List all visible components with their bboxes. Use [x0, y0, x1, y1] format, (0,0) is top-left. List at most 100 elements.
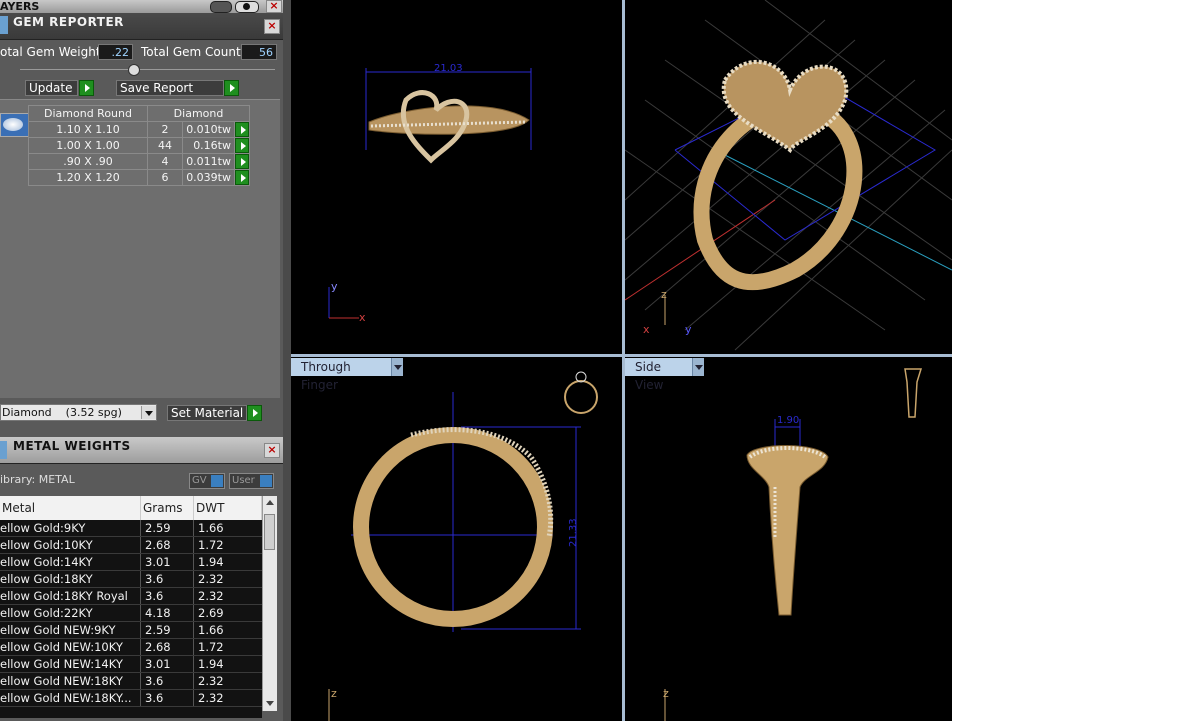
table-row[interactable]: ellow Gold NEW:18KY 3.6 2.32 — [0, 672, 262, 690]
metal-col-header[interactable]: Metal — [0, 496, 141, 520]
gem-weight: 0.010tw — [182, 121, 235, 138]
table-row[interactable]: ellow Gold NEW:9KY 2.59 1.66 — [0, 621, 262, 639]
through-finger-view-label[interactable]: Through Finger — [291, 358, 391, 392]
ring-orientation-icon — [564, 380, 598, 414]
scroll-down-icon[interactable] — [266, 701, 274, 706]
metal-dwt: 2.32 — [193, 587, 262, 605]
viewport-through-finger[interactable]: Through Finger 21.33 z — [291, 357, 622, 721]
layers-close-icon[interactable]: × — [266, 0, 282, 13]
viewport-top[interactable]: 21.03 y x — [291, 0, 622, 354]
total-gem-weight-label: otal Gem Weight — [0, 45, 101, 59]
table-row[interactable]: ellow Gold:9KY 2.59 1.66 — [0, 520, 262, 537]
metal-dwt: 1.66 — [193, 520, 262, 537]
metal-grams: 3.01 — [140, 553, 194, 571]
scroll-thumb[interactable] — [264, 514, 275, 550]
library-label: ibrary: METAL — [0, 473, 75, 486]
table-row[interactable]: ellow Gold:14KY 3.01 1.94 — [0, 553, 262, 571]
scroll-up-icon[interactable] — [266, 500, 274, 505]
material-select-value: Diamond (3.52 spg) — [2, 406, 122, 419]
persp-axis-z: z — [661, 288, 667, 301]
gem-row[interactable]: 1.20 X 1.20 6 0.039tw — [28, 169, 251, 186]
left-panel: AYERS × GEM REPORTER × otal Gem Weight .… — [0, 0, 283, 721]
top-view-canvas: 21.03 y x — [328, 63, 532, 324]
metal-dwt: 2.32 — [193, 672, 262, 690]
metal-weights-titlebar: METAL WEIGHTS × — [0, 437, 283, 464]
gem-reporter-title: GEM REPORTER — [13, 15, 124, 29]
gem-row[interactable]: 1.00 X 1.00 44 0.16tw — [28, 137, 251, 154]
metal-grams: 2.59 — [140, 621, 194, 639]
table-row[interactable]: ellow Gold:22KY 4.18 2.69 — [0, 604, 262, 622]
metal-dwt: 1.66 — [193, 621, 262, 639]
gem-row-go-icon[interactable] — [233, 121, 251, 138]
through-finger-canvas: 21.33 z — [328, 371, 598, 721]
gem-size: 1.20 X 1.20 — [28, 169, 148, 186]
slider-handle[interactable] — [128, 64, 140, 76]
diamond-round-icon — [0, 113, 29, 137]
material-select[interactable]: Diamond (3.52 spg) — [0, 404, 157, 421]
gv-toggle[interactable]: GV — [189, 473, 225, 489]
update-button[interactable]: Update — [25, 80, 78, 96]
table-row[interactable]: ellow Gold NEW:18KY... 3.6 2.32 — [0, 689, 262, 707]
through-finger-dropdown-icon[interactable] — [391, 358, 403, 376]
table-row[interactable]: ellow Gold NEW:10KY 2.68 1.72 — [0, 638, 262, 656]
metal-table: Metal Grams DWT ellow Gold:9KY 2.59 1.66 e… — [0, 496, 262, 707]
table-row[interactable]: ellow Gold:18KY 3.6 2.32 — [0, 570, 262, 588]
gem-count: 44 — [147, 137, 183, 154]
panel-splitter[interactable] — [283, 0, 291, 721]
viewport-perspective[interactable]: z x y — [625, 0, 952, 354]
metal-name: ellow Gold NEW:10KY — [0, 638, 141, 656]
eye-icon[interactable] — [235, 1, 259, 13]
gem-reporter-close-icon[interactable]: × — [264, 19, 280, 34]
top-dimension-label: 21.03 — [434, 63, 463, 74]
grams-col-header[interactable]: Grams — [140, 496, 194, 520]
side-view-label[interactable]: Side View — [625, 358, 692, 392]
save-report-go-icon[interactable] — [224, 80, 239, 96]
gem-row[interactable]: 1.10 X 1.10 2 0.010tw — [28, 121, 251, 138]
metal-grams: 2.68 — [140, 638, 194, 656]
slider-track[interactable] — [20, 69, 275, 70]
metal-weights-close-icon[interactable]: × — [264, 443, 280, 458]
gv-info-icon — [211, 475, 223, 487]
viewport-side[interactable]: Side View 1.90 z — [625, 357, 952, 721]
gem-row-go-icon[interactable] — [233, 153, 251, 170]
user-toggle[interactable]: User — [229, 473, 274, 489]
save-report-button[interactable]: Save Report — [116, 80, 224, 96]
metal-name: ellow Gold NEW:18KY... — [0, 689, 141, 707]
gem-row-go-icon[interactable] — [233, 137, 251, 154]
gem-table: Diamond Round Diamond 1.10 X 1.10 2 0.01… — [28, 105, 251, 186]
metal-scrollbar[interactable] — [262, 496, 277, 711]
update-go-icon[interactable] — [79, 80, 94, 96]
dwt-col-header[interactable]: DWT — [193, 496, 262, 520]
metal-dwt: 1.72 — [193, 638, 262, 656]
metal-grams: 3.6 — [140, 689, 194, 707]
chevron-down-icon[interactable] — [141, 406, 156, 419]
metal-weights-title: METAL WEIGHTS — [13, 439, 131, 453]
table-row[interactable]: ellow Gold:18KY Royal 3.6 2.32 — [0, 587, 262, 605]
metal-weights-icon — [0, 441, 7, 459]
table-row[interactable]: ellow Gold NEW:14KY 3.01 1.94 — [0, 655, 262, 673]
metal-dwt: 1.94 — [193, 655, 262, 673]
layers-header: AYERS × — [0, 0, 283, 13]
gem-row[interactable]: .90 X .90 4 0.011tw — [28, 153, 251, 170]
side-dimension-label: 1.90 — [777, 415, 799, 426]
total-gem-count-field[interactable]: 56 — [241, 44, 277, 60]
gem-weight: 0.039tw — [182, 169, 235, 186]
total-gem-weight-field[interactable]: .22 — [98, 44, 133, 60]
gem-row-go-icon[interactable] — [233, 169, 251, 186]
metal-name: ellow Gold NEW:18KY — [0, 672, 141, 690]
top-axis-x: x — [359, 311, 366, 324]
metal-dwt: 2.69 — [193, 604, 262, 622]
side-view-dropdown-icon[interactable] — [692, 358, 704, 376]
total-gem-count-label: Total Gem Count — [141, 45, 241, 59]
gem-count: 2 — [147, 121, 183, 138]
gem-weight: 0.011tw — [182, 153, 235, 170]
set-material-button[interactable]: Set Material — [167, 405, 247, 421]
metal-name: ellow Gold NEW:9KY — [0, 621, 141, 639]
finger-axis-z: z — [331, 687, 337, 700]
layers-toggle-icon[interactable] — [210, 1, 232, 13]
set-material-go-icon[interactable] — [247, 405, 262, 421]
metal-name: ellow Gold:18KY — [0, 570, 141, 588]
gem-col-header: Diamond Round — [28, 105, 148, 122]
table-row[interactable]: ellow Gold:10KY 2.68 1.72 — [0, 536, 262, 554]
metal-name: ellow Gold:14KY — [0, 553, 141, 571]
